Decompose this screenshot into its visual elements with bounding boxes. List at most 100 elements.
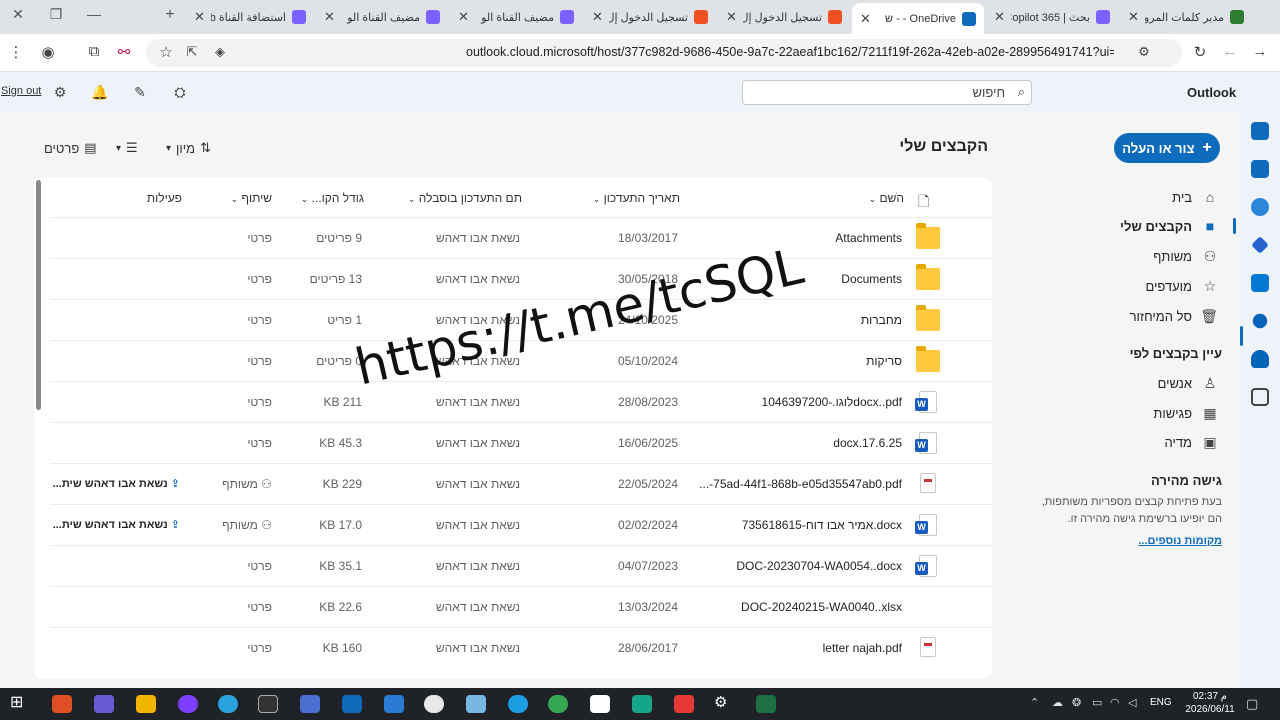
more-apps-icon[interactable] <box>1251 388 1269 406</box>
file-row[interactable]: ...-75ad-44f1-868b-e05d35547ab0.pdf 22/0… <box>50 463 992 504</box>
extensions-icon[interactable]: ⧉ <box>84 43 104 60</box>
file-name[interactable]: ...-75ad-44f1-868b-e05d35547ab0.pdf <box>642 477 902 491</box>
new-tab-button[interactable]: + <box>160 6 180 24</box>
app-icon[interactable] <box>300 695 320 713</box>
view-options-button[interactable]: ☰ ▾ <box>116 140 138 156</box>
file-name[interactable]: DOC-20230704-WA0054..docx <box>642 559 902 573</box>
volume-icon[interactable]: ◁ <box>1128 696 1136 709</box>
nav-item-people[interactable]: ♙ אנשים <box>1040 370 1230 396</box>
sort-button[interactable]: ⇅ מיון ▾ <box>166 140 211 156</box>
reload-icon[interactable]: ↻ <box>1190 43 1210 61</box>
close-window-icon[interactable]: ✕ <box>8 6 28 23</box>
tab-close-icon[interactable]: ✕ <box>994 9 1005 25</box>
file-row[interactable]: 1046397200-.לוגוdocx..pdf 28/08/2023 נשא… <box>50 381 992 422</box>
browser-tab-1[interactable]: مدير كلمات المرو ✕ <box>1120 4 1252 30</box>
nav-item-shared[interactable]: ⚇ משותף <box>1040 243 1230 269</box>
file-name[interactable]: 1046397200-.לוגוdocx..pdf <box>642 395 902 409</box>
mail-app-icon[interactable] <box>1251 122 1269 140</box>
cloud-icon[interactable]: ☁ <box>1052 696 1063 709</box>
browser-tab-5[interactable]: تسجيل الدخول إل ✕ <box>584 4 716 30</box>
nav-item-favorites[interactable]: ☆ מועדפים <box>1040 273 1230 299</box>
file-name[interactable]: letter najah.pdf <box>642 641 902 655</box>
whats-new-icon[interactable]: ✎ <box>130 84 150 101</box>
onedrive-app-icon[interactable] <box>1251 350 1269 368</box>
gear-icon[interactable]: ⚙ <box>50 84 70 101</box>
vscode-icon[interactable] <box>384 695 404 713</box>
browser-tab-6[interactable]: مضيف القناة الو ✕ <box>450 4 582 30</box>
details-pane-button[interactable]: ▤ פרטים <box>44 140 97 156</box>
address-bar[interactable]: ⚙ outlook.cloud.microsoft/host/377c982d-… <box>146 39 1182 67</box>
browser-tab-7[interactable]: مضيف القناة الو ✕ <box>316 4 448 30</box>
file-row[interactable]: docx.17.6.25 16/06/2025 נשאת אבו דאהש 45… <box>50 422 992 463</box>
menu-dots-icon[interactable]: ⋮ <box>6 43 26 61</box>
nav-item-media[interactable]: ▣ מדיה <box>1040 429 1230 455</box>
clock[interactable]: 02:37 م 2026/06/11 <box>1180 690 1240 716</box>
nav-item-recycle-bin[interactable]: 🗑 סל המיחזור <box>1040 303 1230 329</box>
minimize-window-icon[interactable]: — <box>84 6 104 22</box>
bell-icon[interactable]: 🔔 <box>90 84 110 101</box>
settings-gear-icon[interactable]: ⚙ <box>714 693 734 711</box>
file-row[interactable]: DOC-20240215-WA0040..xlsx 13/03/2024 נשא… <box>50 586 992 627</box>
tab-close-icon[interactable]: ✕ <box>194 9 205 25</box>
file-name[interactable]: סריקות <box>642 354 902 368</box>
excel-icon[interactable] <box>756 695 776 713</box>
tab-close-icon[interactable]: ✕ <box>860 11 871 27</box>
tor-browser-icon[interactable] <box>178 695 198 713</box>
column-header-modified[interactable]: תאריך התעדכון ⌄ <box>593 191 680 205</box>
install-app-icon[interactable]: ⇱ <box>182 44 202 60</box>
notes-icon[interactable] <box>466 695 486 713</box>
weather-icon[interactable]: ❂ <box>1072 696 1081 709</box>
browser-tab-2[interactable]: بحث | Copilot 365 ✕ <box>986 4 1118 30</box>
tab-close-icon[interactable]: ✕ <box>592 9 603 25</box>
forward-arrow-icon[interactable]: ← <box>1220 43 1240 60</box>
create-upload-button[interactable]: + צור או העלה <box>1114 133 1220 163</box>
restore-window-icon[interactable]: ❐ <box>46 6 66 23</box>
extension-link-icon[interactable]: ⚯ <box>114 43 134 61</box>
back-arrow-icon[interactable]: → <box>1250 43 1270 60</box>
column-header-size[interactable]: גודל הקו... ⌄ <box>294 191 364 205</box>
todo-app-icon[interactable] <box>1251 236 1269 254</box>
telegram-icon[interactable] <box>218 695 238 713</box>
url-text[interactable]: outlook.cloud.microsoft/host/377c982d-96… <box>466 45 1114 59</box>
file-row[interactable]: DOC-20230704-WA0054..docx 04/07/2023 נשא… <box>50 545 992 586</box>
file-row[interactable]: 735618615-אמיר אבו דוח.docx 02/02/2024 נ… <box>50 504 992 545</box>
outlook-icon[interactable] <box>342 695 362 713</box>
column-header-name[interactable]: הׁשם ⌄ <box>862 191 904 205</box>
files-app-icon[interactable] <box>1251 274 1269 292</box>
tab-close-icon[interactable]: ✕ <box>726 9 737 25</box>
app-p-icon[interactable] <box>52 695 72 713</box>
reader-mode-icon[interactable]: ◈ <box>210 44 230 60</box>
tab-close-icon[interactable]: ✕ <box>1128 9 1139 25</box>
column-header-sharing[interactable]: שיתוף ⌄ <box>220 191 272 205</box>
file-row[interactable]: Documents 30/05/2018 נשאת אבו דאהש 13 פר… <box>50 258 992 299</box>
file-name[interactable]: docx.17.6.25 <box>642 436 902 450</box>
notifications-icon[interactable]: ▢ <box>1246 696 1258 712</box>
nav-item-my-files[interactable]: ■ הקבצים שלי <box>1040 213 1230 239</box>
column-header-modified-by[interactable]: תם התעדכון בוסבלה ⌄ <box>408 191 522 205</box>
file-explorer-icon[interactable] <box>136 695 156 713</box>
browser-tab-onedrive[interactable]: OneDrive - - ש ✕ <box>852 3 984 34</box>
profile-icon[interactable]: ◉ <box>38 43 58 61</box>
file-row[interactable]: Attachments 18/03/2017 נשאת אבו דאהש 9 פ… <box>50 217 992 258</box>
edge-icon[interactable] <box>508 695 528 713</box>
teams-icon[interactable]: ⛭ <box>170 84 190 101</box>
file-name[interactable]: 735618615-אמיר אבו דוח.docx <box>642 518 902 532</box>
browser-tab-8[interactable]: استضافة القناة b ✕ <box>186 4 314 30</box>
tray-chevron-icon[interactable]: ⌃ <box>1030 696 1039 709</box>
sign-out-link[interactable]: Sign out <box>1 85 41 97</box>
anydesk-icon[interactable] <box>674 695 694 713</box>
search-input[interactable]: חיפוש <box>973 85 1005 100</box>
app-circle-icon[interactable] <box>424 695 444 713</box>
nav-item-meetings[interactable]: ▦ פגישות <box>1040 400 1230 426</box>
org-app-icon[interactable] <box>1252 313 1268 329</box>
search-box[interactable]: ⌕ חיפוש <box>742 80 1032 105</box>
tab-close-icon[interactable]: ✕ <box>458 9 469 25</box>
vpn-icon[interactable] <box>94 695 114 713</box>
language-indicator[interactable]: ENG <box>1150 697 1172 708</box>
file-name[interactable]: DOC-20240215-WA0040..xlsx <box>642 600 902 614</box>
chrome-icon[interactable] <box>548 695 568 713</box>
battery-icon[interactable]: ▭ <box>1092 696 1102 709</box>
vertical-scrollbar[interactable] <box>36 180 41 410</box>
app-v-icon[interactable] <box>632 695 652 713</box>
terminal-icon[interactable] <box>258 695 278 713</box>
